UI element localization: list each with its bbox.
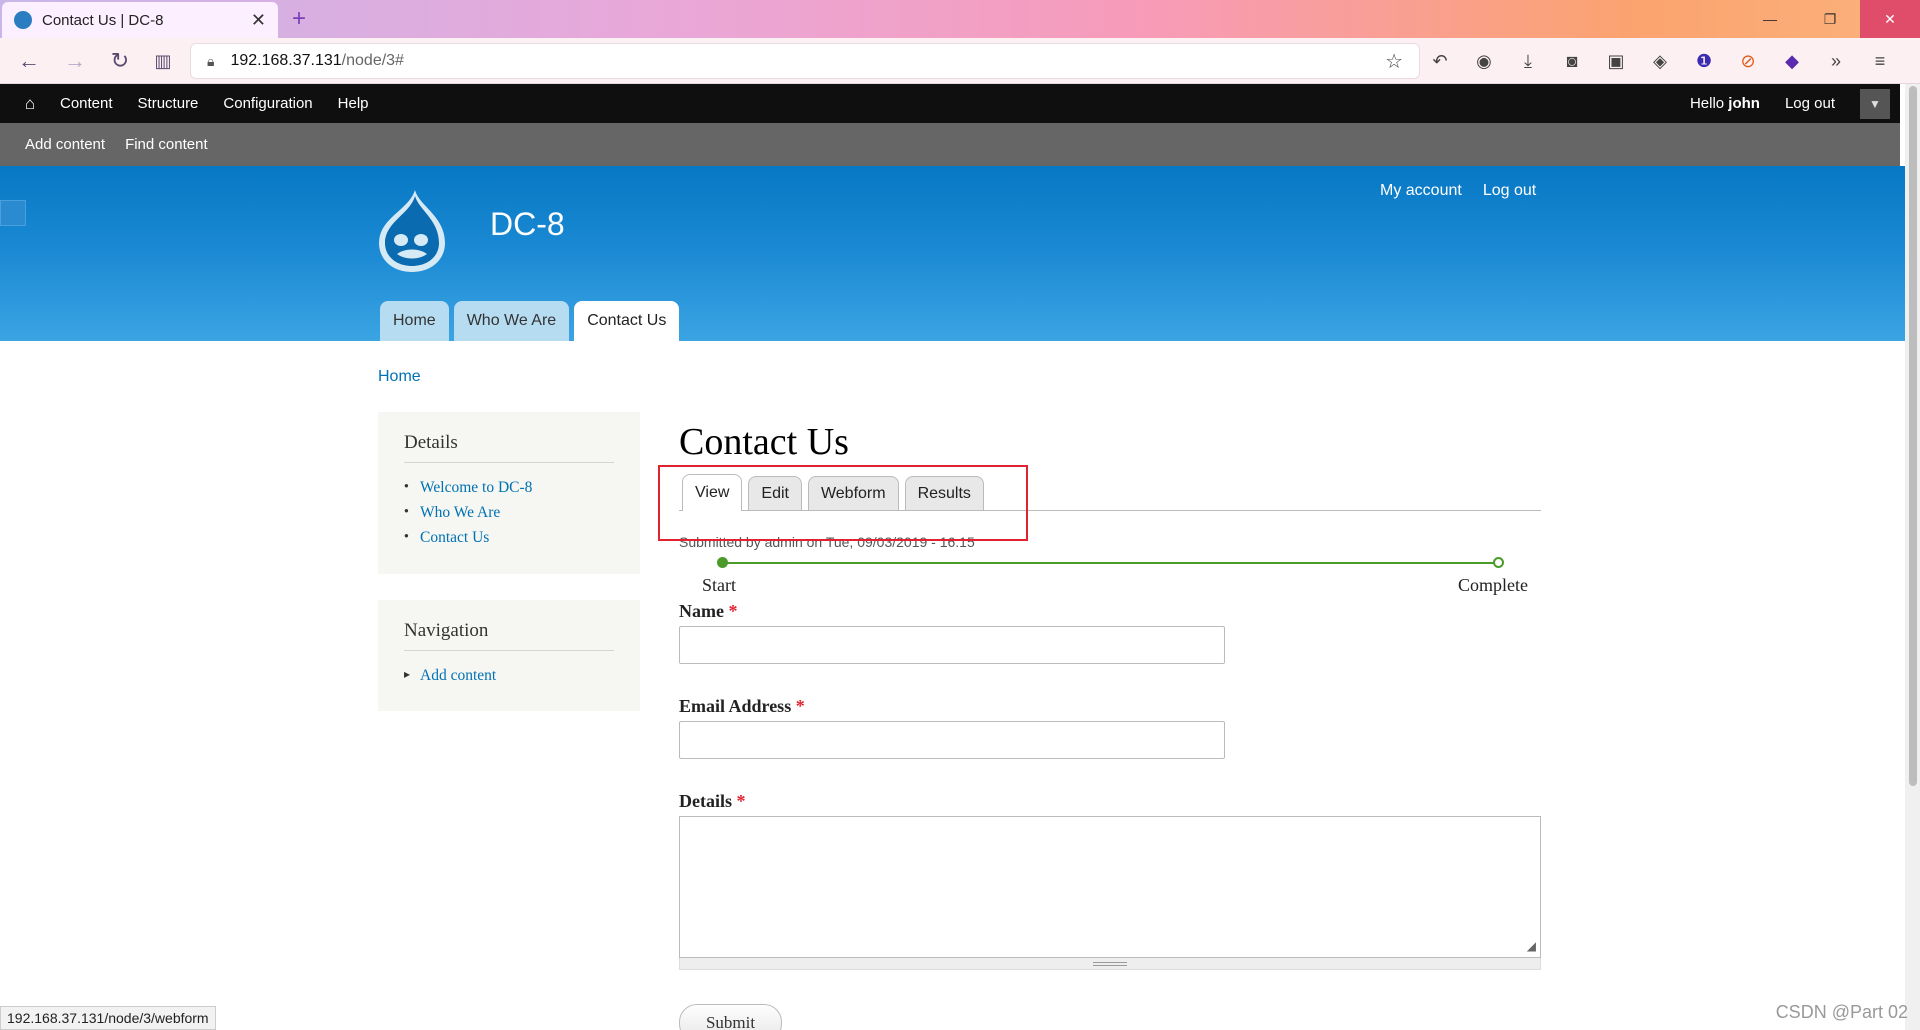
container-icon[interactable]: ▣ — [1601, 46, 1631, 76]
textarea-resize-bar[interactable] — [679, 958, 1541, 970]
my-account-link[interactable]: My account — [1380, 182, 1462, 200]
progress-line — [722, 562, 1498, 564]
secondary-menu: My account Log out — [1380, 182, 1536, 200]
globe-extension-icon[interactable]: ◉ — [1469, 46, 1499, 76]
shortcut-find-content[interactable]: Find content — [125, 136, 208, 153]
details-link-who-we-are[interactable]: Who We Are — [404, 504, 614, 522]
name-input[interactable] — [679, 626, 1225, 664]
details-block: Details Welcome to DC-8 Who We Are Conta… — [378, 412, 640, 574]
admin-toolbar: ⌂ Content Structure Configuration Help H… — [0, 84, 1900, 123]
browser-tab-strip: Contact Us | DC-8 ✕ + — ❐ ✕ — [0, 0, 1920, 38]
toolbar-content[interactable]: Content — [60, 95, 113, 112]
scrollbar-thumb[interactable] — [1909, 86, 1917, 786]
webform-progress: Start Complete — [679, 557, 1541, 601]
menu-home[interactable]: Home — [380, 301, 449, 341]
site-header: DC-8 My account Log out Home Who We Are … — [0, 166, 1905, 341]
browser-tab[interactable]: Contact Us | DC-8 ✕ — [2, 2, 278, 38]
lock-icon: 🔒︎ — [207, 52, 215, 69]
nav-link-add-content[interactable]: Add content — [404, 667, 614, 685]
name-label: Name * — [679, 601, 1541, 622]
drupal-favicon-icon — [14, 11, 32, 29]
minimize-button[interactable]: — — [1740, 0, 1800, 38]
watermark: CSDN @Part 02 — [1775, 1002, 1908, 1022]
details-label: Details * — [679, 791, 1541, 812]
url-host: 192.168.37.131 — [230, 52, 342, 69]
details-link-contact-us[interactable]: Contact Us — [404, 529, 614, 547]
toolbar-structure[interactable]: Structure — [138, 95, 199, 112]
submit-button[interactable]: Submit — [679, 1004, 782, 1030]
screenshot-icon[interactable]: ◙ — [1557, 46, 1587, 76]
drupal-logo-icon[interactable] — [375, 188, 450, 273]
progress-end-label: Complete — [1458, 575, 1528, 595]
download-icon[interactable]: ⤓ — [1513, 46, 1543, 76]
bookmark-star-icon[interactable]: ☆ — [1385, 49, 1403, 74]
home-icon[interactable]: ⌂ — [0, 94, 60, 114]
main-menu: Home Who We Are Contact Us — [380, 301, 680, 341]
extension-badge-icon[interactable]: ◆ — [1777, 46, 1807, 76]
toolbar-help[interactable]: Help — [338, 95, 369, 112]
close-tab-icon[interactable]: ✕ — [251, 10, 266, 31]
reader-view-icon[interactable]: ▥ — [148, 46, 178, 76]
progress-start-label: Start — [702, 575, 736, 595]
username[interactable]: john — [1728, 95, 1760, 112]
required-marker: * — [728, 601, 738, 621]
details-block-title: Details — [404, 432, 614, 463]
progress-start-dot — [717, 557, 728, 568]
toolbar-drawer-toggle[interactable]: ▼ — [1860, 88, 1890, 119]
toolbar-logout[interactable]: Log out — [1785, 95, 1835, 112]
extension-icons: ↶ ◉ ⤓ ◙ ▣ ◈ ❶ ⊘ ◆ » ≡ — [1425, 46, 1895, 76]
restore-button[interactable]: ❐ — [1800, 0, 1860, 38]
navigation-block-title: Navigation — [404, 620, 614, 651]
required-marker: * — [795, 696, 805, 716]
more-extensions-icon[interactable]: » — [1821, 46, 1851, 76]
reload-icon[interactable]: ↻ — [105, 46, 135, 76]
details-link-welcome[interactable]: Welcome to DC-8 — [404, 479, 614, 497]
details-label-text: Details — [679, 791, 732, 811]
page-scrollbar[interactable] — [1905, 84, 1920, 1030]
browser-navbar: ← → ↻ ▥ 🔒︎ 192.168.37.131 /node/3# ☆ ↶ ◉… — [0, 38, 1920, 84]
header-logout-link[interactable]: Log out — [1483, 182, 1536, 200]
password-manager-icon[interactable]: ❶ — [1689, 46, 1719, 76]
close-window-button[interactable]: ✕ — [1860, 0, 1920, 38]
window-controls: — ❐ ✕ — [1740, 0, 1920, 38]
shortcuts-bar: Add content Find content — [0, 123, 1900, 166]
email-input[interactable] — [679, 721, 1225, 759]
site-name[interactable]: DC-8 — [490, 206, 565, 243]
menu-who-we-are[interactable]: Who We Are — [453, 301, 570, 341]
back-arrow-icon[interactable]: ← — [14, 46, 44, 76]
menu-icon[interactable]: ≡ — [1865, 46, 1895, 76]
menu-contact-us[interactable]: Contact Us — [574, 301, 680, 341]
new-tab-button[interactable]: + — [292, 5, 306, 33]
url-path: /node/3# — [341, 52, 404, 69]
resize-handle-icon — [1093, 961, 1127, 966]
link-status-bar: 192.168.37.131/node/3/webform — [0, 1006, 216, 1030]
breadcrumb[interactable]: Home — [378, 368, 421, 386]
hello-text: Hello — [1689, 95, 1729, 112]
hello-user: Hello john — [1690, 95, 1760, 112]
blocker-icon[interactable]: ⊘ — [1733, 46, 1763, 76]
highlight-box — [658, 465, 1028, 541]
navigation-block: Navigation Add content — [378, 600, 640, 711]
side-handle[interactable] — [0, 200, 26, 226]
name-label-text: Name — [679, 601, 724, 621]
details-textarea[interactable]: ◢ — [679, 816, 1541, 958]
required-marker: * — [736, 791, 746, 811]
resize-grip-icon[interactable]: ◢ — [1527, 939, 1536, 953]
page-title: Contact Us — [679, 421, 849, 463]
email-label-text: Email Address — [679, 696, 792, 716]
shortcut-add-content[interactable]: Add content — [25, 136, 105, 153]
address-bar[interactable]: 🔒︎ 192.168.37.131 /node/3# ☆ — [190, 43, 1420, 79]
shield-icon[interactable]: ◈ — [1645, 46, 1675, 76]
progress-end-dot — [1493, 557, 1504, 568]
tab-title: Contact Us | DC-8 — [42, 11, 164, 29]
email-label: Email Address * — [679, 696, 1541, 717]
history-icon[interactable]: ↶ — [1425, 46, 1455, 76]
forward-arrow-icon[interactable]: → — [60, 46, 90, 76]
toolbar-configuration[interactable]: Configuration — [223, 95, 312, 112]
